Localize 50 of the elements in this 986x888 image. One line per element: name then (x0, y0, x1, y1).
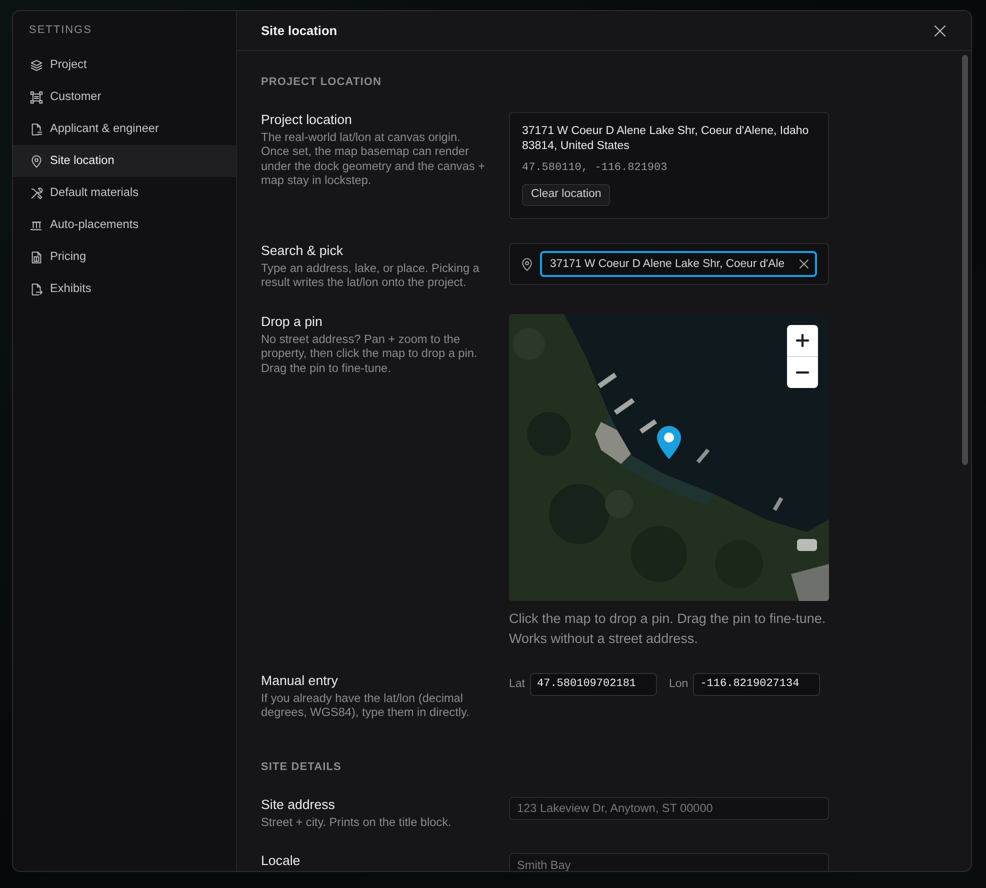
field-description: Street + city. Prints on the title block. (261, 814, 452, 830)
selection-frame-icon (30, 90, 43, 104)
field-label: Search & pick (261, 243, 344, 259)
clear-location-button[interactable]: Clear location (522, 184, 610, 206)
scrollbar-thumb[interactable] (962, 55, 968, 465)
field-description: If you already have the lat/lon (decimal degrees, WGS84), type them in directly. (261, 690, 470, 720)
document-icon (30, 122, 43, 136)
section-heading: SITE DETAILS (261, 760, 342, 774)
field-label: Drop a pin (261, 314, 324, 330)
longitude-label: Lon (669, 676, 688, 692)
sidebar-item[interactable]: Site location (13, 145, 236, 177)
map-pin-icon (521, 258, 533, 270)
input-field[interactable]: Smith Bay (509, 853, 829, 871)
field-description: No street address? Pan + zoom to the property, then click the map to drop a pin. Drag the pin to fine-tune. (261, 332, 478, 376)
sidebar-item[interactable]: Project (13, 49, 236, 81)
map-pin-icon (30, 154, 43, 168)
aerial-map-drawing[interactable] (509, 314, 829, 601)
sidebar-item[interactable]: Default materials (13, 177, 236, 209)
sidebar-heading: SETTINGS (28, 23, 92, 37)
sidebar-item[interactable]: Exhibits (13, 273, 236, 305)
sidebar-item[interactable]: Auto-placements (13, 209, 236, 241)
field-label: Manual entry (261, 672, 339, 689)
search-field[interactable]: 37171 W Coeur D Alene Lake Shr, Coeur d'Ale (540, 251, 817, 277)
document-icon (30, 250, 43, 264)
dialog-title: Site location (261, 22, 338, 40)
latitude-label: Lat (509, 676, 525, 692)
address-text: 37171 W Coeur D Alene Lake Shr, Coeur d'Alene, Idaho 83814, United States (522, 124, 810, 154)
tools-icon (30, 186, 43, 200)
field-description: Type an address, lake, or place. Picking a result writes the lat/lon onto the project. (261, 261, 480, 290)
field-label: Locale (261, 853, 302, 870)
clear-icon (799, 259, 809, 269)
longitude-field[interactable]: -116.8219027134 (693, 672, 820, 696)
field-description: The real-world lat/lon at canvas origin. Once set, the map basemap can render under the dock geometry and the canvas + map stay in lockstep. (261, 130, 485, 188)
section-heading: PROJECT LOCATION (261, 75, 382, 89)
sidebar-item[interactable]: Pricing (13, 241, 236, 273)
latitude-field[interactable]: 47.580109702181 (530, 672, 657, 696)
pier-icon (30, 218, 43, 232)
plus-icon (796, 334, 809, 347)
coordinates-text: 47.580110, -116.821903 (522, 161, 668, 175)
field-label: Site address (261, 796, 336, 813)
map-caption: Click the map to drop a pin. Drag the pin to fine-tune. Works without a street address. (509, 610, 827, 648)
close-icon (934, 24, 946, 36)
field-label: Project location (261, 112, 353, 128)
map-marker-icon[interactable] (656, 424, 682, 460)
clear-button[interactable] (797, 257, 811, 271)
sidebar-item[interactable]: Applicant & engineer (13, 113, 236, 145)
input-field[interactable]: 123 Lakeview Dr, Anytown, ST 00000 (509, 796, 829, 820)
file-export-icon (30, 282, 43, 296)
sidebar-item[interactable]: Customer (13, 81, 236, 113)
layers-icon (30, 58, 43, 72)
